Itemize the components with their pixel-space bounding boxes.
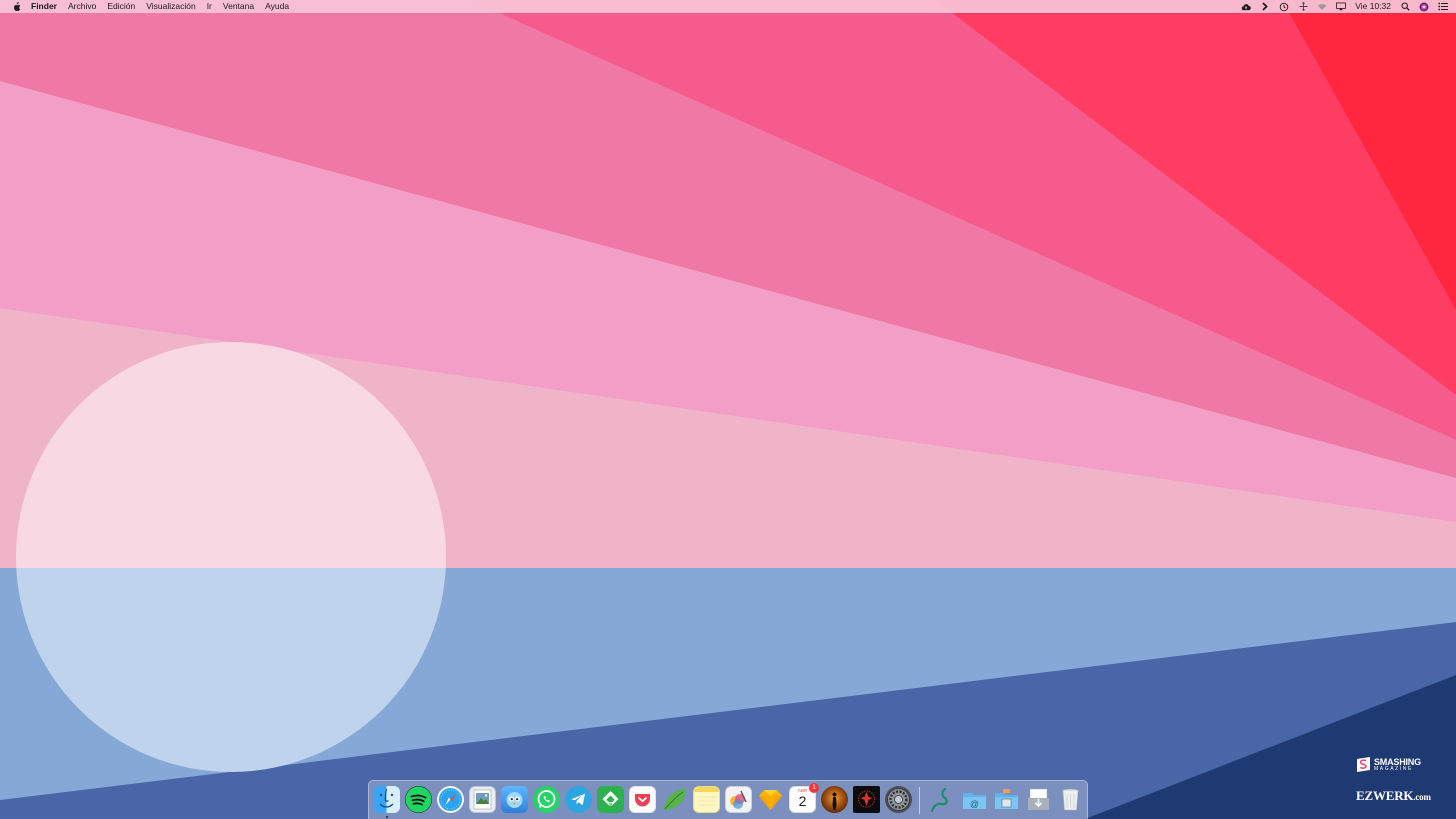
telegram-icon[interactable] [565,786,592,813]
preview-icon[interactable] [469,786,496,813]
cable-icon[interactable] [929,786,956,813]
pocket-icon[interactable] [629,786,656,813]
whatsapp-icon[interactable] [533,786,560,813]
menu-bar: Finder Archivo Edición Visualización Ir … [0,0,1456,13]
menu-archivo[interactable]: Archivo [68,0,96,13]
ezwerk-watermark: EZWERK.com [1356,789,1431,804]
calendar-badge: 1 [809,783,819,793]
spotify-icon[interactable] [405,786,432,813]
downloads-folder-icon[interactable] [1025,786,1052,813]
siri-icon[interactable] [1419,2,1429,12]
ezwerk-name: EZWERK [1356,788,1414,803]
tweetbot-icon[interactable] [501,786,528,813]
feedly-icon[interactable] [597,786,624,813]
dark-app-icon[interactable] [853,786,880,813]
menu-clock[interactable]: Vie 10:32 [1355,0,1391,13]
smashing-magazine-logo: SMASHING MAGAZINE [1356,756,1426,774]
menu-finder[interactable]: Finder [31,0,57,13]
leaf-icon[interactable] [661,786,688,813]
system-preferences-icon[interactable] [885,786,912,813]
dock-separator [919,787,920,814]
move-icon[interactable] [1298,2,1308,12]
finder-running-indicator [386,816,388,818]
list-icon[interactable] [1438,2,1448,12]
calendar-icon[interactable]: ABR 2 1 [789,783,819,813]
airplay-icon[interactable] [1336,2,1347,12]
silhouette-icon[interactable] [821,786,848,813]
apple-icon[interactable] [11,1,21,12]
email-folder-icon[interactable]: @ [961,786,988,813]
creative-cloud-icon[interactable] [1241,2,1252,12]
search-icon[interactable] [1400,2,1410,12]
svg-text:@: @ [970,799,979,809]
trash-icon[interactable] [1057,786,1084,813]
chevron-right-icon[interactable] [1260,2,1270,12]
safari-icon[interactable] [437,786,464,813]
time-machine-icon[interactable] [1279,2,1289,12]
finder-icon[interactable] [373,786,400,813]
pixelmator-icon[interactable] [725,786,752,813]
notes-icon[interactable] [693,786,720,813]
menu-ayuda[interactable]: Ayuda [265,0,289,13]
wifi-icon[interactable] [1317,2,1327,12]
applications-folder-icon[interactable] [993,786,1020,813]
ezwerk-domain: .com [1413,792,1431,802]
menu-ventana[interactable]: Ventana [223,0,254,13]
smashing-s-logo-icon [1357,757,1370,772]
menu-visualizacion[interactable]: Visualización [146,0,195,13]
desktop-wallpaper [0,0,1456,819]
menu-ir[interactable]: Ir [207,0,212,13]
sketch-icon[interactable] [757,786,784,813]
calendar-day: 2 [798,793,807,809]
dock: ABR 2 1 @ [368,780,1088,819]
smashing-subtitle: MAGAZINE [1374,766,1413,772]
menu-edicion[interactable]: Edición [107,0,135,13]
